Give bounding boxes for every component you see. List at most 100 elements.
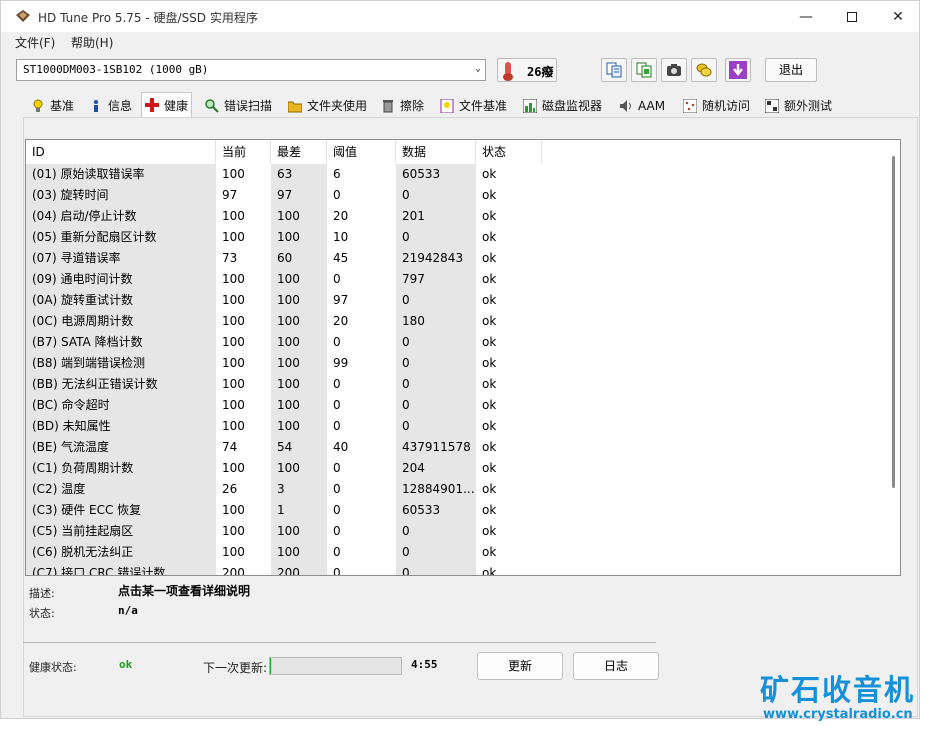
table-row[interactable]: (C2) 温度 26 3 0 12884901... ok xyxy=(26,479,886,500)
tab-random-access[interactable]: 随机访问 xyxy=(682,94,750,117)
maximize-button[interactable] xyxy=(829,1,875,32)
coins-button[interactable] xyxy=(691,58,717,82)
row-current-cell: 100 xyxy=(222,167,245,181)
chart-icon xyxy=(522,98,538,113)
header-worst[interactable]: 最差 xyxy=(271,140,327,164)
tab-health[interactable]: 健康 xyxy=(141,92,193,117)
table-row[interactable]: (C6) 脱机无法纠正 100 100 0 0 ok xyxy=(26,542,886,563)
table-row[interactable]: (B7) SATA 降档计数 100 100 0 0 ok xyxy=(26,332,886,353)
row-current-cell: 100 xyxy=(222,377,245,391)
table-row[interactable]: (BB) 无法纠正错误计数 100 100 0 0 ok xyxy=(26,374,886,395)
table-row[interactable]: (B8) 端到端错误检测 100 100 99 0 ok xyxy=(26,353,886,374)
row-data-cell: 60533 xyxy=(402,167,441,181)
table-row[interactable]: (07) 寻道错误率 73 60 45 21942843 ok xyxy=(26,248,886,269)
table-row[interactable]: (BE) 气流温度 74 54 40 437911578 ok xyxy=(26,437,886,458)
row-status-cell: ok xyxy=(482,524,497,538)
tab-erase[interactable]: 擦除 xyxy=(381,94,424,117)
row-status-cell: ok xyxy=(482,251,497,265)
vertical-scrollbar[interactable] xyxy=(886,140,900,575)
row-threshold-cell: 20 xyxy=(333,209,349,223)
table-row[interactable]: (0A) 旋转重试计数 100 100 97 0 ok xyxy=(26,290,886,311)
header-threshold[interactable]: 阈值 xyxy=(327,140,396,164)
refresh-button[interactable]: 更新 xyxy=(477,652,563,680)
log-button[interactable]: 日志 xyxy=(573,652,659,680)
row-worst-cell: 60 xyxy=(277,251,293,265)
exit-button[interactable]: 退出 xyxy=(765,58,817,82)
temperature-value: 26癈 xyxy=(527,65,554,79)
tab-extra-tests[interactable]: 额外测试 xyxy=(764,94,833,117)
tab-aam[interactable]: AAM xyxy=(619,94,665,117)
save-button[interactable] xyxy=(725,58,751,82)
row-worst-cell: 200 xyxy=(277,566,300,576)
table-row[interactable]: (BD) 未知属性 100 100 0 0 ok xyxy=(26,416,886,437)
row-threshold-cell: 0 xyxy=(333,524,341,538)
scrollbar-thumb[interactable] xyxy=(892,156,895,488)
row-worst-cell: 100 xyxy=(277,398,300,412)
row-status-cell: ok xyxy=(482,545,497,559)
table-row[interactable]: (09) 通电时间计数 100 100 0 797 ok xyxy=(26,269,886,290)
row-id-cell: (03) 旋转时间 xyxy=(32,188,109,202)
table-row[interactable]: (BC) 命令超时 100 100 0 0 ok xyxy=(26,395,886,416)
table-row[interactable]: (03) 旋转时间 97 97 0 0 ok xyxy=(26,185,886,206)
header-status[interactable]: 状态 xyxy=(476,140,542,164)
table-row[interactable]: (C1) 负荷周期计数 100 100 0 204 ok xyxy=(26,458,886,479)
tests-icon xyxy=(764,98,780,113)
row-current-cell: 73 xyxy=(222,251,238,265)
row-current-cell: 100 xyxy=(222,356,245,370)
header-current[interactable]: 当前 xyxy=(216,140,271,164)
row-worst-cell: 100 xyxy=(277,272,300,286)
copy-screen-button[interactable] xyxy=(631,58,657,82)
camera-icon xyxy=(667,64,681,76)
minimize-icon: — xyxy=(799,8,813,25)
copy-text-button[interactable] xyxy=(601,58,627,82)
tab-folder-usage-label: 文件夹使用 xyxy=(307,99,368,113)
file-bulb-icon xyxy=(440,98,454,113)
tab-extra-tests-label: 额外测试 xyxy=(784,99,833,113)
tab-benchmark-label: 基准 xyxy=(50,99,75,113)
table-row[interactable]: (04) 启动/停止计数 100 100 20 201 ok xyxy=(26,206,886,227)
header-data[interactable]: 数据 xyxy=(396,140,476,164)
row-worst-cell: 100 xyxy=(277,377,300,391)
row-status-cell: ok xyxy=(482,398,497,412)
next-update-label: 下一次更新: xyxy=(203,661,268,675)
tab-info[interactable]: 信息 xyxy=(89,94,132,117)
row-id-cell: (C6) 脱机无法纠正 xyxy=(32,545,134,559)
menu-help[interactable]: 帮助(H) xyxy=(71,34,113,51)
row-worst-cell: 100 xyxy=(277,524,300,538)
row-worst-cell: 100 xyxy=(277,335,300,349)
tab-benchmark[interactable]: 基准 xyxy=(31,94,74,117)
screenshot-button[interactable] xyxy=(661,58,687,82)
table-row[interactable]: (0C) 电源周期计数 100 100 20 180 ok xyxy=(26,311,886,332)
tab-error-scan[interactable]: 错误扫描 xyxy=(205,94,272,117)
info-icon xyxy=(89,99,103,113)
table-row[interactable]: (C3) 硬件 ECC 恢复 100 1 0 60533 ok xyxy=(26,500,886,521)
tab-file-benchmark[interactable]: 文件基准 xyxy=(440,94,507,117)
table-row[interactable]: (05) 重新分配扇区计数 100 100 10 0 ok xyxy=(26,227,886,248)
speaker-icon xyxy=(619,99,633,113)
row-id-cell: (BC) 命令超时 xyxy=(32,398,110,412)
tab-folder-usage[interactable]: 文件夹使用 xyxy=(287,94,368,117)
table-row[interactable]: (C7) 接口 CRC 错误计数 200 200 0 0 ok xyxy=(26,563,886,576)
minimize-button[interactable]: — xyxy=(783,1,829,32)
row-threshold-cell: 99 xyxy=(333,356,349,370)
row-threshold-cell: 0 xyxy=(333,566,341,576)
smart-attribute-table[interactable]: ID 当前 最差 阈值 数据 状态 (01) 原始读取错误率 100 63 6 6053… xyxy=(25,139,901,576)
row-worst-cell: 100 xyxy=(277,230,300,244)
tab-disk-monitor[interactable]: 磁盘监视器 xyxy=(522,94,602,117)
table-row[interactable]: (C5) 当前挂起扇区 100 100 0 0 ok xyxy=(26,521,886,542)
row-id-cell: (0C) 电源周期计数 xyxy=(32,314,134,328)
row-data-cell: 60533 xyxy=(402,503,441,517)
drive-select[interactable]: ST1000DM003-1SB102 (1000 gB) ⌄ xyxy=(16,59,486,81)
copy-screen-icon xyxy=(636,62,652,78)
row-threshold-cell: 0 xyxy=(333,398,341,412)
row-data-cell: 0 xyxy=(402,419,410,433)
header-id[interactable]: ID xyxy=(26,140,216,164)
row-status-cell: ok xyxy=(482,482,497,496)
menu-file[interactable]: 文件(F) xyxy=(15,34,55,51)
tab-file-benchmark-label: 文件基准 xyxy=(459,99,508,113)
close-button[interactable]: ✕ xyxy=(875,1,921,32)
tab-erase-label: 擦除 xyxy=(400,99,425,113)
row-current-cell: 100 xyxy=(222,419,245,433)
row-data-cell: 0 xyxy=(402,377,410,391)
table-row[interactable]: (01) 原始读取错误率 100 63 6 60533 ok xyxy=(26,164,886,185)
